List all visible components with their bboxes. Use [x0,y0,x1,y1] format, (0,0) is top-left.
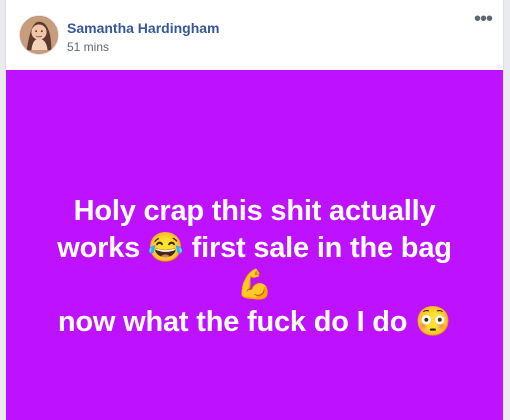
avatar[interactable] [19,15,59,55]
post-card: Samantha Hardingham 51 mins ••• Holy cra… [5,0,504,420]
more-options-icon[interactable]: ••• [471,9,495,30]
post-header: Samantha Hardingham 51 mins ••• [6,0,503,70]
author-name[interactable]: Samantha Hardingham [67,20,219,36]
post-text: Holy crap this shit actually works 😂 fir… [57,195,452,338]
post-frame: Samantha Hardingham 51 mins ••• Holy cra… [0,0,510,420]
post-timestamp[interactable]: 51 mins [67,40,109,54]
post-background: Holy crap this shit actually works 😂 fir… [6,70,503,420]
avatar-image [20,16,58,54]
